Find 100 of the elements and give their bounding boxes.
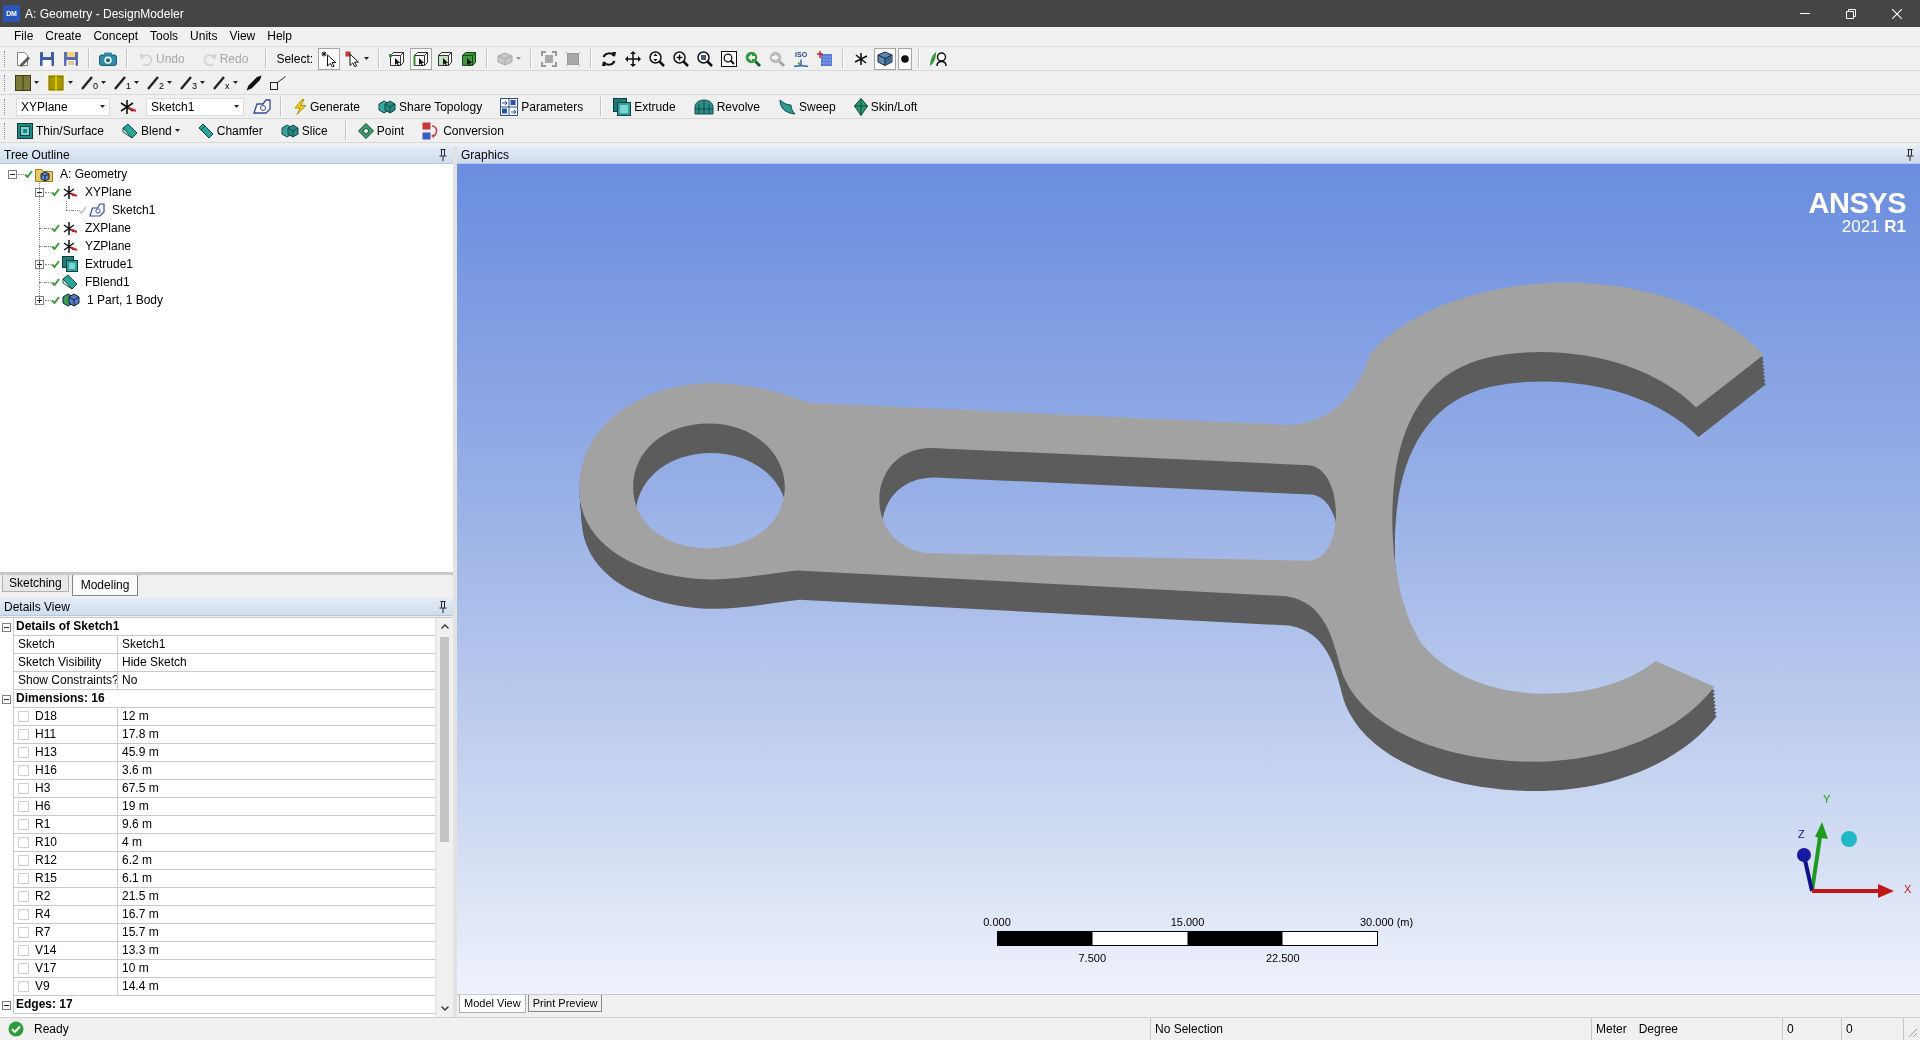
menu-item[interactable]: Tools xyxy=(144,28,185,45)
graphics-viewport[interactable]: ANSYS 2021 R1 0.000 15.000 30.000 (m) 7.500 22.500 Y Z X xyxy=(457,164,1920,994)
tab[interactable]: Print Preview xyxy=(527,995,603,1012)
property-value[interactable]: Hide Sketch xyxy=(117,654,435,672)
scrollbar[interactable] xyxy=(435,618,453,1017)
line-style-button[interactable]: 1 xyxy=(111,71,143,94)
property-value[interactable]: 6.2 m xyxy=(117,852,435,870)
line-style-button[interactable]: 0 xyxy=(78,71,109,94)
close-icon[interactable] xyxy=(1892,8,1902,19)
checkbox[interactable] xyxy=(18,963,29,974)
property-value[interactable]: No xyxy=(117,672,435,690)
property-value[interactable]: 45.9 m xyxy=(117,744,435,762)
checkbox[interactable] xyxy=(18,945,29,956)
line-style-button[interactable]: x xyxy=(210,71,241,94)
tree-item[interactable]: FBlend1 xyxy=(83,275,132,289)
checkbox[interactable] xyxy=(18,981,29,992)
checkbox[interactable] xyxy=(18,729,29,740)
minus-box-icon[interactable] xyxy=(2,622,11,632)
pin-icon[interactable] xyxy=(1906,148,1914,161)
tree-item[interactable]: YZPlane xyxy=(83,239,134,253)
checkbox[interactable] xyxy=(18,855,29,866)
chevron-down-icon[interactable] xyxy=(440,1006,449,1011)
checkbox[interactable] xyxy=(18,783,29,794)
minus-box-icon[interactable] xyxy=(2,1000,11,1010)
generate-button[interactable]: Generate xyxy=(288,95,366,118)
blend-button[interactable]: Blend xyxy=(117,119,185,142)
plane-dropdown[interactable]: XYPlane xyxy=(16,97,110,116)
point-button[interactable]: Point xyxy=(352,119,410,142)
color-button[interactable] xyxy=(44,71,76,94)
property-value[interactable]: 16.7 m xyxy=(117,906,435,924)
property-value[interactable]: 9.6 m xyxy=(117,816,435,834)
chevron-up-icon[interactable] xyxy=(440,624,449,629)
checkbox[interactable] xyxy=(18,711,29,722)
chamfer-button[interactable]: Chamfer xyxy=(192,119,268,142)
line-style-button[interactable]: 2 xyxy=(144,71,176,94)
sketch-dropdown[interactable]: Sketch1 xyxy=(146,97,244,116)
checkbox[interactable] xyxy=(18,819,29,830)
thin-surface-button[interactable]: Thin/Surface xyxy=(12,119,110,142)
checkbox[interactable] xyxy=(18,909,29,920)
property-value[interactable]: 4 m xyxy=(117,834,435,852)
resize-grip-icon[interactable] xyxy=(1906,1026,1918,1038)
plus-box-icon[interactable] xyxy=(35,259,44,269)
display-points-button[interactable] xyxy=(898,47,913,70)
restore-icon[interactable] xyxy=(1846,8,1856,19)
checkbox[interactable] xyxy=(18,873,29,884)
checkbox[interactable] xyxy=(18,837,29,848)
group-header: Dimensions: 16 xyxy=(13,690,435,708)
menu-item[interactable]: Concept xyxy=(87,28,145,45)
property-value[interactable]: 3.6 m xyxy=(117,762,435,780)
extrude-button[interactable]: Extrude xyxy=(608,95,681,118)
checkbox[interactable] xyxy=(18,891,29,902)
conversion-button[interactable]: Conversion xyxy=(417,119,509,142)
property-value[interactable]: 67.5 m xyxy=(117,780,435,798)
minus-box-icon[interactable] xyxy=(2,694,11,704)
cubes-icon xyxy=(280,122,299,139)
property-value[interactable]: 15.7 m xyxy=(117,924,435,942)
select-mode-button[interactable] xyxy=(318,47,341,70)
property-value[interactable]: 12 m xyxy=(117,708,435,726)
pin-icon[interactable] xyxy=(439,600,447,613)
minus-box-icon[interactable] xyxy=(35,187,44,197)
edge-filter-button[interactable] xyxy=(410,47,433,70)
menu-item[interactable]: File xyxy=(8,28,40,45)
property-value[interactable]: 10 m xyxy=(117,960,435,978)
tree-item[interactable]: ZXPlane xyxy=(83,221,134,235)
menu-item[interactable]: Create xyxy=(39,28,88,45)
checkbox[interactable] xyxy=(18,765,29,776)
tab[interactable]: Model View xyxy=(459,995,526,1013)
tree-item[interactable]: 1 Part, 1 Body xyxy=(85,293,166,307)
share-topology-button[interactable]: Share Topology xyxy=(373,95,488,118)
property-value[interactable]: 6.1 m xyxy=(117,870,435,888)
menu-item[interactable]: Units xyxy=(184,28,224,45)
line-style-button[interactable]: 3 xyxy=(177,71,209,94)
property-value[interactable]: Sketch1 xyxy=(117,636,435,654)
pin-icon[interactable] xyxy=(439,148,447,161)
scrollbar-thumb[interactable] xyxy=(440,637,449,842)
magnifier-arrow-icon xyxy=(745,50,762,67)
menu-item[interactable]: Help xyxy=(261,28,298,45)
minus-box-icon[interactable] xyxy=(8,169,17,179)
checkbox[interactable] xyxy=(18,747,29,758)
tree-item[interactable]: XYPlane xyxy=(83,185,134,199)
checkbox[interactable] xyxy=(18,927,29,938)
tab[interactable]: Modeling xyxy=(71,575,139,596)
tree-item[interactable]: A: Geometry xyxy=(58,167,130,181)
tab[interactable]: Sketching xyxy=(2,575,69,592)
property-value[interactable]: 14.4 m xyxy=(117,978,435,996)
property-value[interactable]: 21.5 m xyxy=(117,888,435,906)
parameters-button[interactable]: Parameters xyxy=(495,95,589,118)
sweep-button[interactable]: Sweep xyxy=(773,95,841,118)
tree-item[interactable]: Extrude1 xyxy=(83,257,136,271)
checkbox[interactable] xyxy=(18,801,29,812)
display-model-button[interactable] xyxy=(874,47,897,70)
skin-loft-button[interactable]: Skin/Loft xyxy=(848,95,923,118)
property-value[interactable]: 19 m xyxy=(117,798,435,816)
menu-item[interactable]: View xyxy=(223,28,262,45)
revolve-button[interactable]: Revolve xyxy=(688,95,765,118)
tree-item[interactable]: Sketch1 xyxy=(110,203,158,217)
slice-button[interactable]: Slice xyxy=(275,119,333,142)
plus-box-icon[interactable] xyxy=(35,295,44,305)
property-value[interactable]: 17.8 m xyxy=(117,726,435,744)
property-value[interactable]: 13.3 m xyxy=(117,942,435,960)
